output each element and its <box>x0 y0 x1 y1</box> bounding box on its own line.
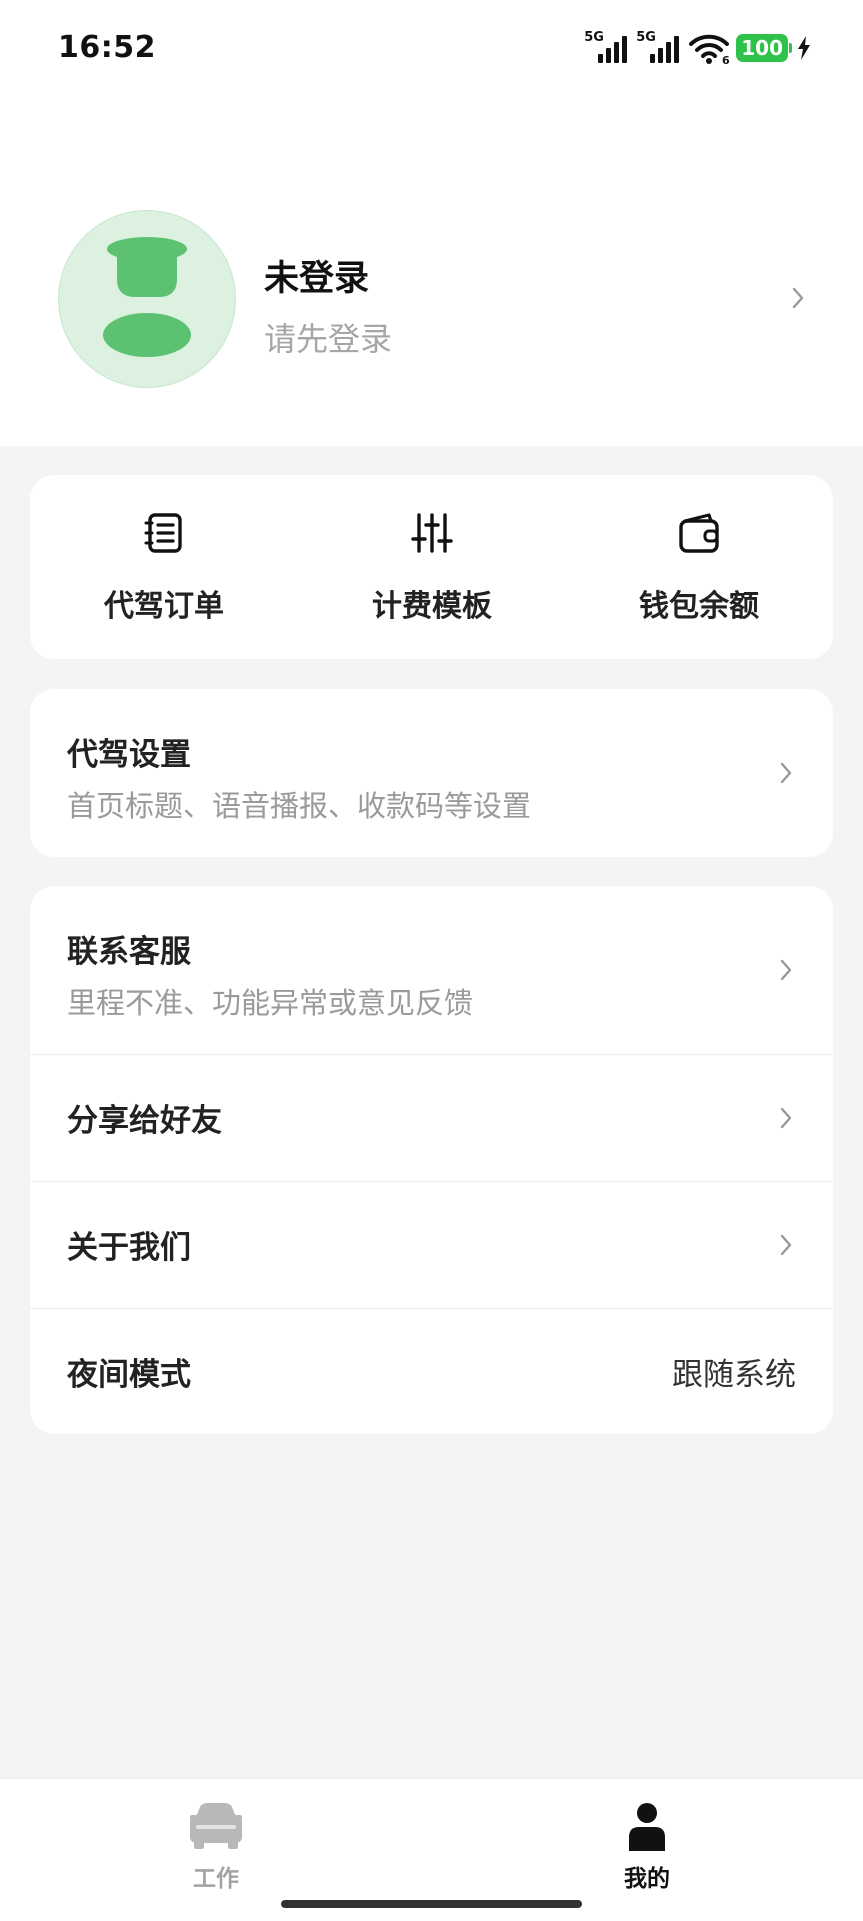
chevron-right-icon <box>780 762 792 784</box>
support-subtitle: 里程不准、功能异常或意见反馈 <box>67 986 474 1020</box>
car-icon <box>190 1803 242 1849</box>
support-title: 联系客服 <box>67 934 191 970</box>
status-bar: 16:52 5G 5G 6 100 <box>0 0 863 100</box>
wallet-icon <box>679 513 719 553</box>
driving-settings-card[interactable]: 代驾设置 首页标题、语音播报、收款码等设置 <box>30 689 833 857</box>
sliders-icon <box>411 513 453 553</box>
quick-action-label: 钱包余额 <box>639 589 759 624</box>
profile-row[interactable]: 未登录 请先登录 <box>0 210 863 390</box>
nav-tab-work[interactable]: 工作 <box>116 1779 316 1892</box>
battery-level: 100 <box>736 34 788 62</box>
wifi-icon: 6 <box>689 34 730 66</box>
night-mode-row[interactable]: 夜间模式 跟随系统 <box>30 1309 833 1434</box>
sim2-label: 5G <box>636 30 656 45</box>
share-row[interactable]: 分享给好友 <box>30 1055 833 1181</box>
status-icons: 5G 5G 6 100 <box>584 30 811 66</box>
person-icon <box>629 1803 665 1851</box>
charging-icon <box>798 36 810 60</box>
share-title: 分享给好友 <box>67 1103 222 1139</box>
home-indicator[interactable] <box>281 1900 582 1908</box>
status-time: 16:52 <box>58 30 156 65</box>
profile-name: 未登录 <box>264 259 370 299</box>
driving-settings-row[interactable]: 代驾设置 首页标题、语音播报、收款码等设置 <box>30 689 833 857</box>
about-title: 关于我们 <box>67 1230 191 1266</box>
nav-label-work: 工作 <box>193 1866 239 1892</box>
chevron-right-icon <box>792 287 804 309</box>
quick-action-label: 计费模板 <box>372 589 492 624</box>
about-row[interactable]: 关于我们 <box>30 1182 833 1308</box>
quick-action-label: 代驾订单 <box>104 589 224 624</box>
settings-title: 代驾设置 <box>67 737 191 773</box>
sim1-label: 5G <box>584 30 604 45</box>
service-card: 联系客服 里程不准、功能异常或意见反馈 分享给好友 关于我们 夜间模式 跟随系统 <box>30 886 833 1434</box>
quick-action-wallet[interactable]: 钱包余额 <box>565 475 833 659</box>
battery-icon: 100 <box>736 34 792 62</box>
chevron-right-icon <box>780 1107 792 1129</box>
nav-tab-mine[interactable]: 我的 <box>547 1779 747 1892</box>
quick-actions-card: 代驾订单 计费模板 钱包余额 <box>30 475 833 659</box>
signal-icon: 5G <box>584 30 632 66</box>
quick-action-orders[interactable]: 代驾订单 <box>30 475 298 659</box>
quick-action-pricing[interactable]: 计费模板 <box>298 475 566 659</box>
contact-support-row[interactable]: 联系客服 里程不准、功能异常或意见反馈 <box>30 886 833 1054</box>
signal-icon-2: 5G <box>636 30 684 66</box>
avatar[interactable] <box>58 210 236 388</box>
chevron-right-icon <box>780 1234 792 1256</box>
profile-subtitle: 请先登录 <box>264 320 393 358</box>
default-avatar-icon <box>103 237 191 357</box>
wifi-badge: 6 <box>722 54 730 66</box>
nav-label-mine: 我的 <box>624 1866 670 1892</box>
night-mode-title: 夜间模式 <box>67 1357 191 1393</box>
order-list-icon <box>144 513 182 553</box>
night-mode-value[interactable]: 跟随系统 <box>672 1349 796 1394</box>
settings-subtitle: 首页标题、语音播报、收款码等设置 <box>67 789 532 823</box>
chevron-right-icon <box>780 959 792 981</box>
